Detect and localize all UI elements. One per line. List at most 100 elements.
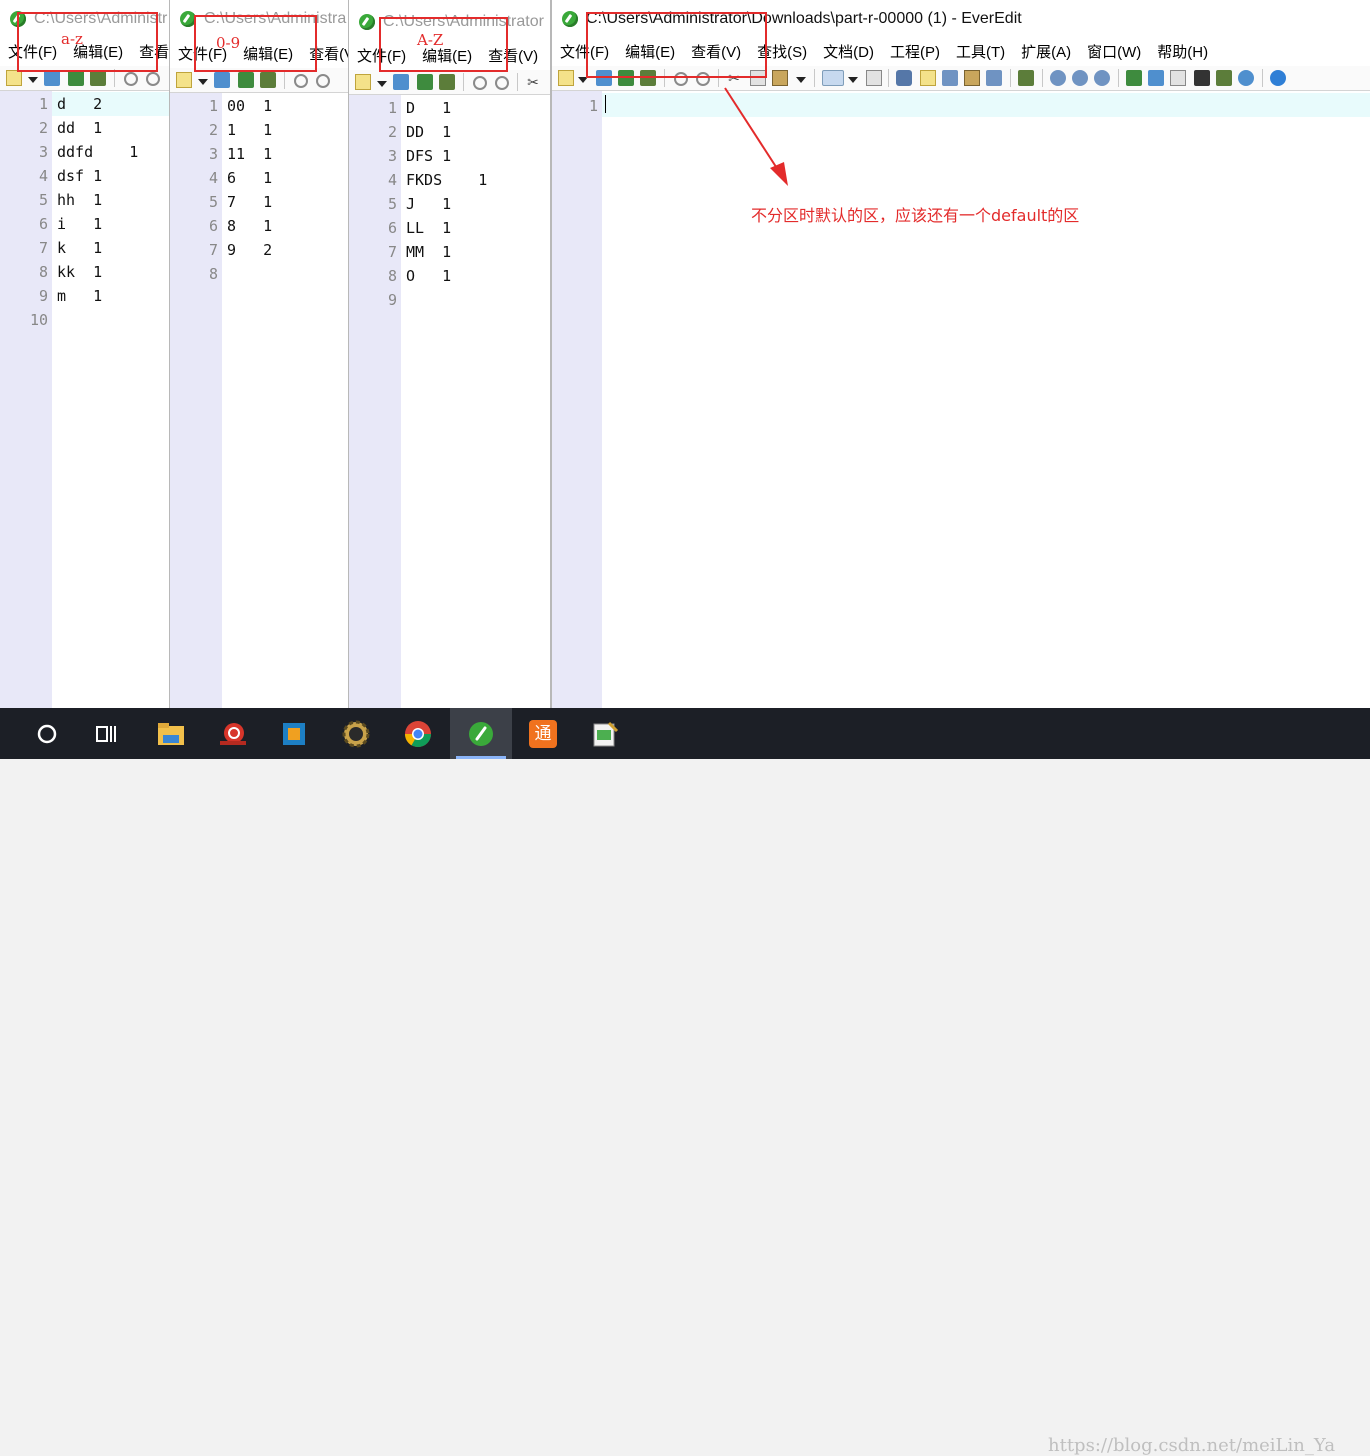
sidebar-icon[interactable] (1148, 70, 1164, 86)
undo-icon[interactable] (473, 76, 487, 90)
open-file-icon[interactable] (214, 72, 230, 88)
chevron-down-icon[interactable] (796, 77, 806, 83)
spell-check-icon[interactable] (942, 70, 958, 86)
text-line[interactable]: i 1 (57, 215, 102, 233)
save-all-icon[interactable] (439, 74, 455, 90)
snail-app-icon[interactable] (202, 708, 264, 759)
menu-project[interactable]: 工程(P) (890, 40, 940, 66)
text-line[interactable]: k 1 (57, 239, 102, 257)
text-line[interactable]: DD 1 (406, 123, 451, 141)
text-line[interactable]: MM 1 (406, 243, 451, 261)
taskbar: 通 https://blog.csdn.net/meiLin_Ya (0, 708, 1370, 1456)
text-line[interactable]: LL 1 (406, 219, 451, 237)
menu-window[interactable]: 窗口(W) (1087, 40, 1141, 66)
task-view-icon[interactable] (76, 708, 138, 759)
text-line[interactable]: d 2 (57, 95, 102, 113)
tree-icon[interactable] (1126, 70, 1142, 86)
text-line[interactable]: DFS 1 (406, 147, 451, 165)
save-all-icon[interactable] (260, 72, 276, 88)
line-number: 3 (38, 143, 48, 161)
text-line[interactable]: 9 2 (227, 241, 272, 259)
chevron-down-icon[interactable] (198, 79, 208, 85)
toolbar-separator (814, 69, 815, 87)
text-line[interactable]: 1 1 (227, 121, 272, 139)
editor-window-active[interactable]: C:\Users\Administrator\Downloads\part-r-… (551, 0, 1370, 708)
editor-window-1[interactable]: C:\Users\Administr 文件(F)编辑(E)查看( 1 2 3 4… (0, 0, 170, 708)
find-binoculars-icon[interactable] (896, 70, 912, 86)
menu-document[interactable]: 文档(D) (823, 40, 874, 66)
text-line[interactable]: hh 1 (57, 191, 102, 209)
text-line[interactable]: 8 1 (227, 217, 272, 235)
text-line[interactable]: 11 1 (227, 145, 272, 163)
text-editor[interactable]: 00 1 1 1 11 1 6 1 7 1 8 1 9 2 (222, 93, 348, 708)
file-explorer-icon[interactable] (140, 708, 202, 759)
chrome-icon[interactable] (387, 708, 449, 759)
text-line[interactable]: 00 1 (227, 97, 272, 115)
word-wrap-icon[interactable] (822, 70, 844, 86)
chevron-down-icon[interactable] (377, 81, 387, 87)
text-line[interactable]: J 1 (406, 195, 451, 213)
new-file-icon[interactable] (558, 70, 574, 86)
save-icon[interactable] (68, 70, 84, 86)
browser-icon[interactable] (1238, 70, 1254, 86)
tong-app-icon[interactable]: 通 (512, 708, 574, 759)
new-file-icon[interactable] (176, 72, 192, 88)
text-line[interactable]: D 1 (406, 99, 451, 117)
stop-icon[interactable] (1094, 70, 1110, 86)
text-line[interactable]: FKDS 1 (406, 171, 487, 189)
line-number: 2 (208, 121, 218, 139)
editor-window-2[interactable]: C:\Users\Administra 文件(F)编辑(E)查看(V 1 2 3… (170, 0, 349, 708)
new-file-icon[interactable] (6, 70, 22, 86)
replace-icon[interactable] (986, 70, 1002, 86)
menu-help[interactable]: 帮助(H) (1157, 40, 1208, 66)
search-circle-icon[interactable] (16, 708, 78, 759)
edit-pencil-icon[interactable] (920, 70, 936, 86)
everedit-app-icon (562, 11, 578, 27)
undo-icon[interactable] (124, 72, 138, 86)
document-list-icon[interactable] (866, 70, 882, 86)
everedit-icon[interactable] (450, 708, 512, 759)
new-file-icon[interactable] (355, 74, 371, 90)
help-icon[interactable] (1270, 70, 1286, 86)
scissors-icon[interactable]: ✂ (525, 74, 541, 90)
text-editor[interactable]: D 1 DD 1 DFS 1 FKDS 1 J 1 LL 1 MM 1 O 1 (401, 95, 550, 708)
tong-app-label: 通 (529, 719, 557, 748)
undo-icon[interactable] (294, 74, 308, 88)
chevron-down-icon[interactable] (28, 77, 38, 83)
editor-window-3[interactable]: C:\Users\Administrator 文件(F) 编辑(E) 查看(V) ✂… (349, 0, 551, 708)
paste-icon[interactable] (772, 70, 788, 86)
text-line[interactable]: 7 1 (227, 193, 272, 211)
grid-icon[interactable] (1216, 70, 1232, 86)
redo-icon[interactable] (495, 76, 509, 90)
notepad-app-icon[interactable] (574, 708, 636, 759)
text-line[interactable]: O 1 (406, 267, 451, 285)
line-number: 1 (588, 97, 598, 115)
text-line[interactable]: dd 1 (57, 119, 102, 137)
text-line[interactable]: 6 1 (227, 169, 272, 187)
macro-icon[interactable] (1018, 70, 1034, 86)
play-icon[interactable] (1072, 70, 1088, 86)
save-icon[interactable] (238, 72, 254, 88)
save-icon[interactable] (417, 74, 433, 90)
menu-extensions[interactable]: 扩展(A) (1021, 40, 1071, 66)
redo-icon[interactable] (146, 72, 160, 86)
text-line[interactable]: kk 1 (57, 263, 102, 281)
open-file-icon[interactable] (44, 70, 60, 86)
record-icon[interactable] (1050, 70, 1066, 86)
virtualbox-icon[interactable] (263, 708, 325, 759)
text-line[interactable]: dsf 1 (57, 167, 102, 185)
text-editor[interactable]: d 2 dd 1 ddfd 1 dsf 1 hh 1 i 1 k 1 kk 1 … (52, 91, 169, 708)
console-icon[interactable] (1194, 70, 1210, 86)
save-all-icon[interactable] (90, 70, 106, 86)
menu-tools[interactable]: 工具(T) (956, 40, 1005, 66)
open-file-icon[interactable] (393, 74, 409, 90)
redo-icon[interactable] (316, 74, 330, 88)
panel-icon[interactable] (1170, 70, 1186, 86)
line-number: 1 (38, 95, 48, 113)
chevron-down-icon[interactable] (848, 77, 858, 83)
text-line[interactable]: ddfd 1 (57, 143, 138, 161)
text-line[interactable]: m 1 (57, 287, 102, 305)
text-editor[interactable] (602, 91, 1370, 708)
find-in-files-icon[interactable] (964, 70, 980, 86)
settings-gear-app-icon[interactable] (325, 708, 387, 759)
